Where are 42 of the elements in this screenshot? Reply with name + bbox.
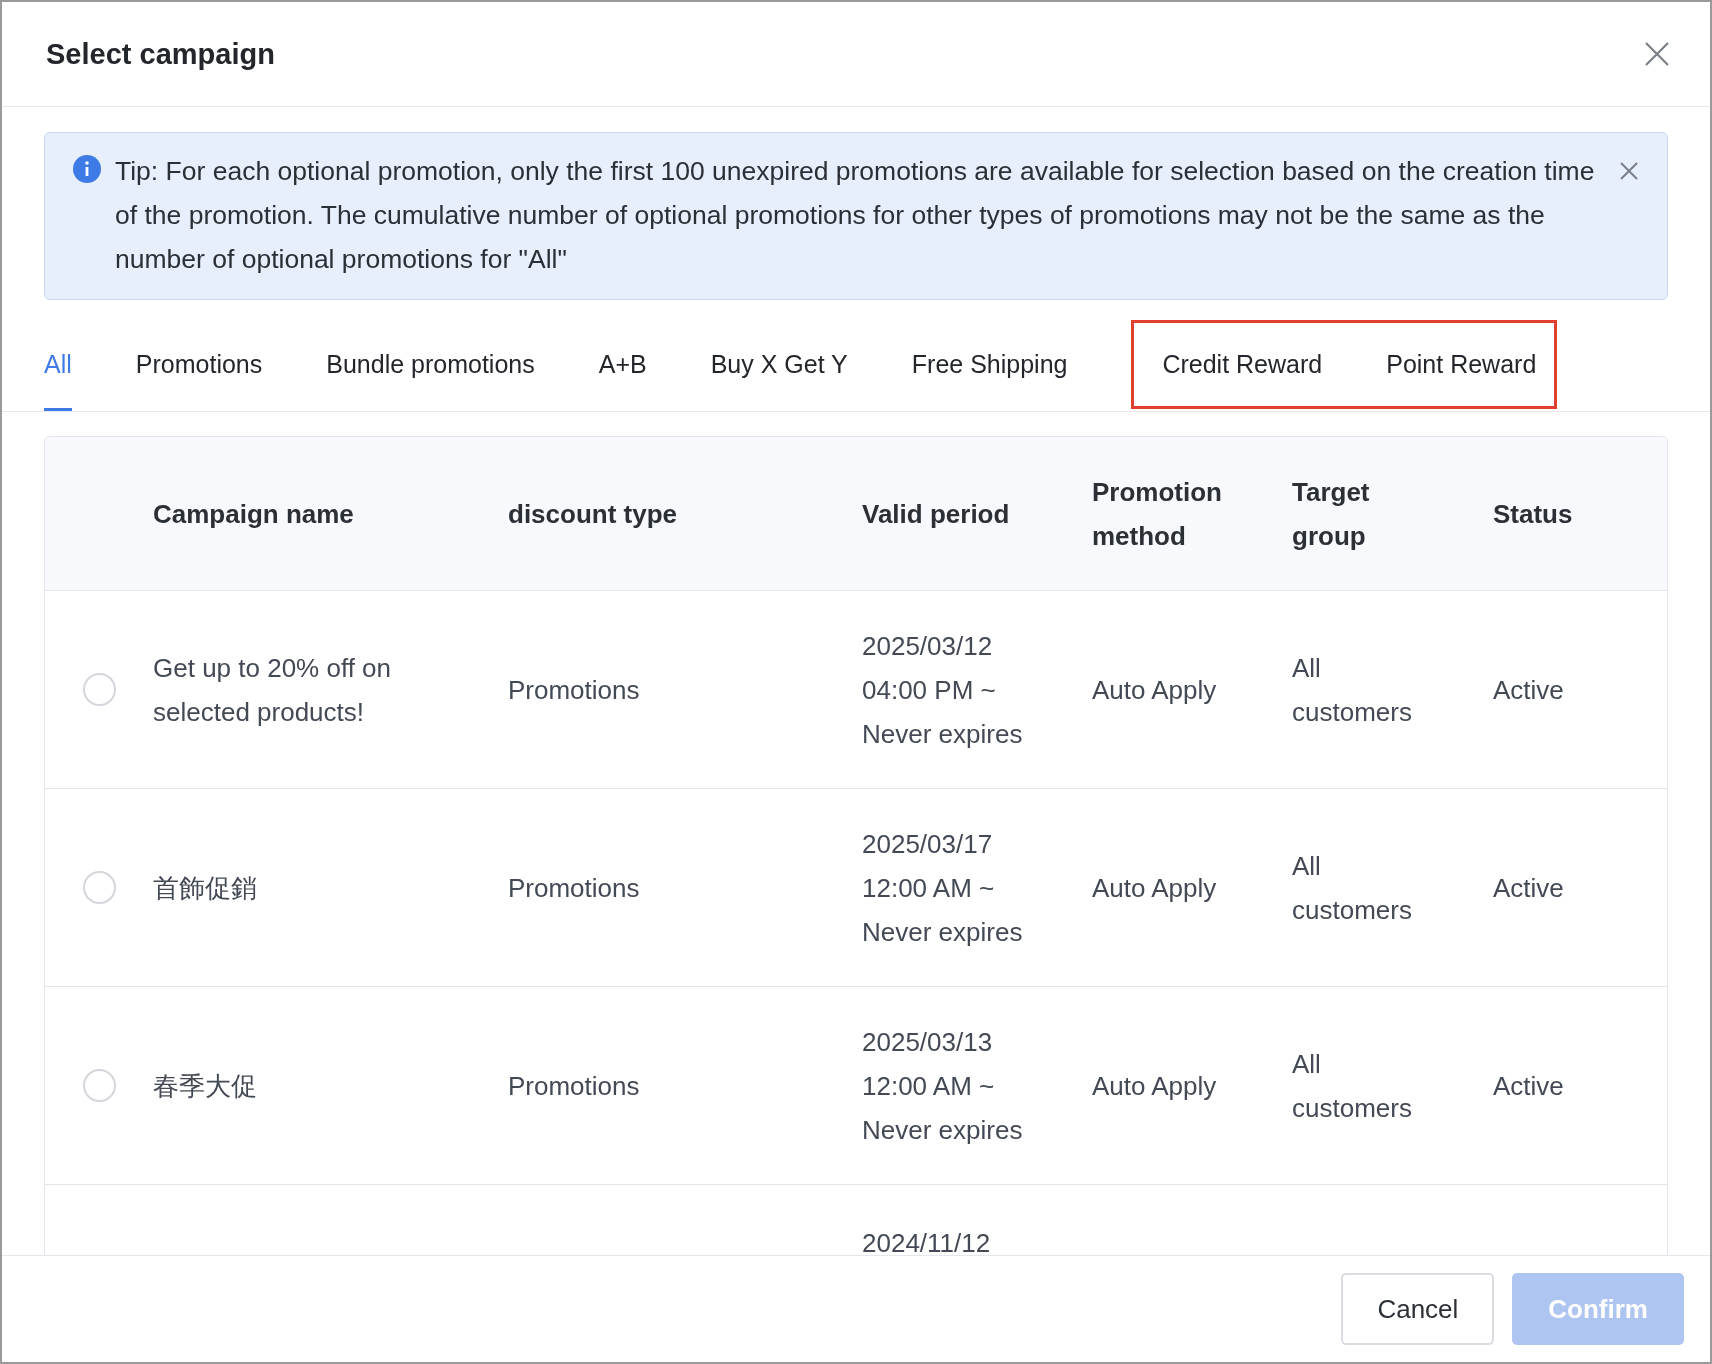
table-cell-text: Active <box>1493 871 1565 905</box>
tab[interactable]: A+B <box>598 320 647 411</box>
cancel-button[interactable]: Cancel <box>1341 1273 1495 1345</box>
table-cell-text: All customers <box>1292 651 1413 729</box>
tab[interactable]: Promotions <box>135 320 263 411</box>
tab[interactable]: Bundle promotions <box>326 320 535 411</box>
table-cell-text: 2025/03/13 12:00 AM ~ Never expires <box>862 1025 1024 1147</box>
table-cell-text: Auto Apply <box>1092 673 1218 707</box>
column-header: discount type <box>508 497 678 531</box>
table-cell-text: 2025/03/17 12:00 AM ~ Never expires <box>862 827 1024 949</box>
radio-button[interactable] <box>82 1069 116 1102</box>
tab[interactable]: All <box>44 320 72 411</box>
column-header: Target group <box>1292 475 1371 553</box>
table-cell-text: 2024/11/12 <box>862 1227 992 1255</box>
tab[interactable]: Buy X Get Y <box>710 320 848 411</box>
table-cell-text: Get up to 20% off on selected products! <box>153 651 393 729</box>
table-cell-text: Promotions <box>508 871 641 905</box>
table-cell-text: Auto Apply <box>1092 871 1218 905</box>
table-cell-text: All customers <box>1292 849 1413 927</box>
table-cell-text: Auto Apply <box>1092 1069 1218 1103</box>
tab[interactable]: Free Shipping <box>911 320 1068 411</box>
close-icon[interactable] <box>1644 41 1670 67</box>
table-cell-text: Active <box>1493 1069 1565 1103</box>
dialog-title: Select campaign <box>46 37 275 71</box>
table-cell-text: 春季大促 <box>153 1069 258 1103</box>
column-header: Valid period <box>862 497 1011 531</box>
table-cell-text: 2025/03/12 04:00 PM ~ Never expires <box>862 629 1024 751</box>
tab[interactable]: Credit Reward <box>1162 323 1323 406</box>
column-header: Status <box>1493 497 1574 531</box>
tip-text: Tip: For each optional promotion, only the first 100 unexpired promotions are available for selection based on the creation time of the promotion. The cumulative number of optional promotions for other types of promotions may not be the same as the number of optional promotions for "All" <box>115 155 1596 276</box>
table-cell-text: Promotions <box>508 673 641 707</box>
column-header: Campaign name <box>153 497 355 531</box>
radio-button[interactable] <box>82 871 116 904</box>
close-icon[interactable] <box>1619 161 1639 181</box>
info-icon <box>73 155 101 183</box>
column-header: Promotion method <box>1092 475 1223 553</box>
table-cell-text: Promotions <box>508 1069 641 1103</box>
radio-button[interactable] <box>82 673 116 706</box>
table-cell-text: Active <box>1493 673 1565 707</box>
table-cell-text: All customers <box>1292 1047 1413 1125</box>
table-cell-text: 首飾促銷 <box>153 871 258 905</box>
tab[interactable]: Point Reward <box>1386 323 1537 406</box>
